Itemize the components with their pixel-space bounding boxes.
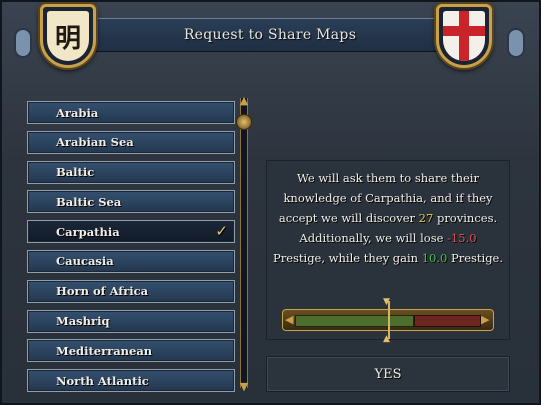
region-label: Carpathia — [56, 224, 120, 239]
region-item-carpathia[interactable]: Carpathia ✓ — [27, 220, 235, 244]
scrollbar-track[interactable] — [240, 98, 248, 388]
scroll-down-arrow-icon[interactable]: ▼ — [236, 381, 252, 392]
region-label: Caucasia — [56, 254, 114, 269]
info-text-part3: Prestige, while they gain — [272, 251, 422, 265]
region-item-mediterranean[interactable]: Mediterranean — [27, 339, 235, 363]
region-label: Arabia — [56, 105, 99, 120]
scroll-ornament-right — [507, 28, 525, 58]
region-label: Mashriq — [56, 314, 110, 329]
region-item-mashriq[interactable]: Mashriq — [27, 309, 235, 333]
prestige-gain-value: 10.0 — [421, 251, 448, 265]
yes-button[interactable]: YES — [266, 356, 510, 392]
region-label: Horn of Africa — [56, 284, 149, 299]
region-item-baltic[interactable]: Baltic — [27, 160, 235, 184]
scroll-ornament-left — [14, 28, 32, 58]
bar-right-cap-icon: ▶ — [481, 313, 490, 326]
region-item-arabian-sea[interactable]: Arabian Sea — [27, 130, 235, 154]
region-label: Baltic — [56, 165, 95, 180]
region-item-horn-of-africa[interactable]: Horn of Africa — [27, 279, 235, 303]
ming-coat-of-arms-icon: 明 — [40, 4, 96, 68]
acceptance-bar-negative — [414, 315, 481, 327]
region-list: Arabia Arabian Sea Baltic Baltic Sea Car… — [27, 101, 235, 399]
region-label: Baltic Sea — [56, 194, 122, 209]
region-item-baltic-sea[interactable]: Baltic Sea — [27, 190, 235, 214]
title-bar: Request to Share Maps — [60, 18, 480, 52]
info-description: We will ask them to share their knowledg… — [272, 168, 504, 268]
region-label: North Atlantic — [56, 373, 149, 388]
acceptance-bar: ◀ ▶ — [282, 297, 494, 344]
scroll-up-arrow-icon[interactable]: ▲ — [236, 95, 252, 106]
region-item-arabia[interactable]: Arabia — [27, 101, 235, 124]
bar-left-cap-icon: ◀ — [285, 313, 294, 326]
acceptance-bar-positive — [295, 315, 414, 327]
region-label: Mediterranean — [56, 343, 153, 358]
province-count: 27 — [418, 211, 434, 225]
region-item-caucasia[interactable]: Caucasia — [27, 249, 235, 273]
checkmark-icon: ✓ — [215, 222, 228, 241]
info-text-part4: Prestige. — [447, 251, 504, 265]
st-george-cross-coat-of-arms-icon — [436, 4, 492, 68]
scrollbar-thumb[interactable] — [236, 114, 252, 130]
prestige-loss-value: -15.0 — [447, 231, 477, 245]
acceptance-threshold-marker — [383, 297, 390, 344]
shield-glyph: 明 — [54, 23, 81, 54]
region-item-north-atlantic[interactable]: North Atlantic — [27, 369, 235, 393]
window-title: Request to Share Maps — [183, 27, 357, 43]
region-label: Arabian Sea — [56, 135, 134, 150]
